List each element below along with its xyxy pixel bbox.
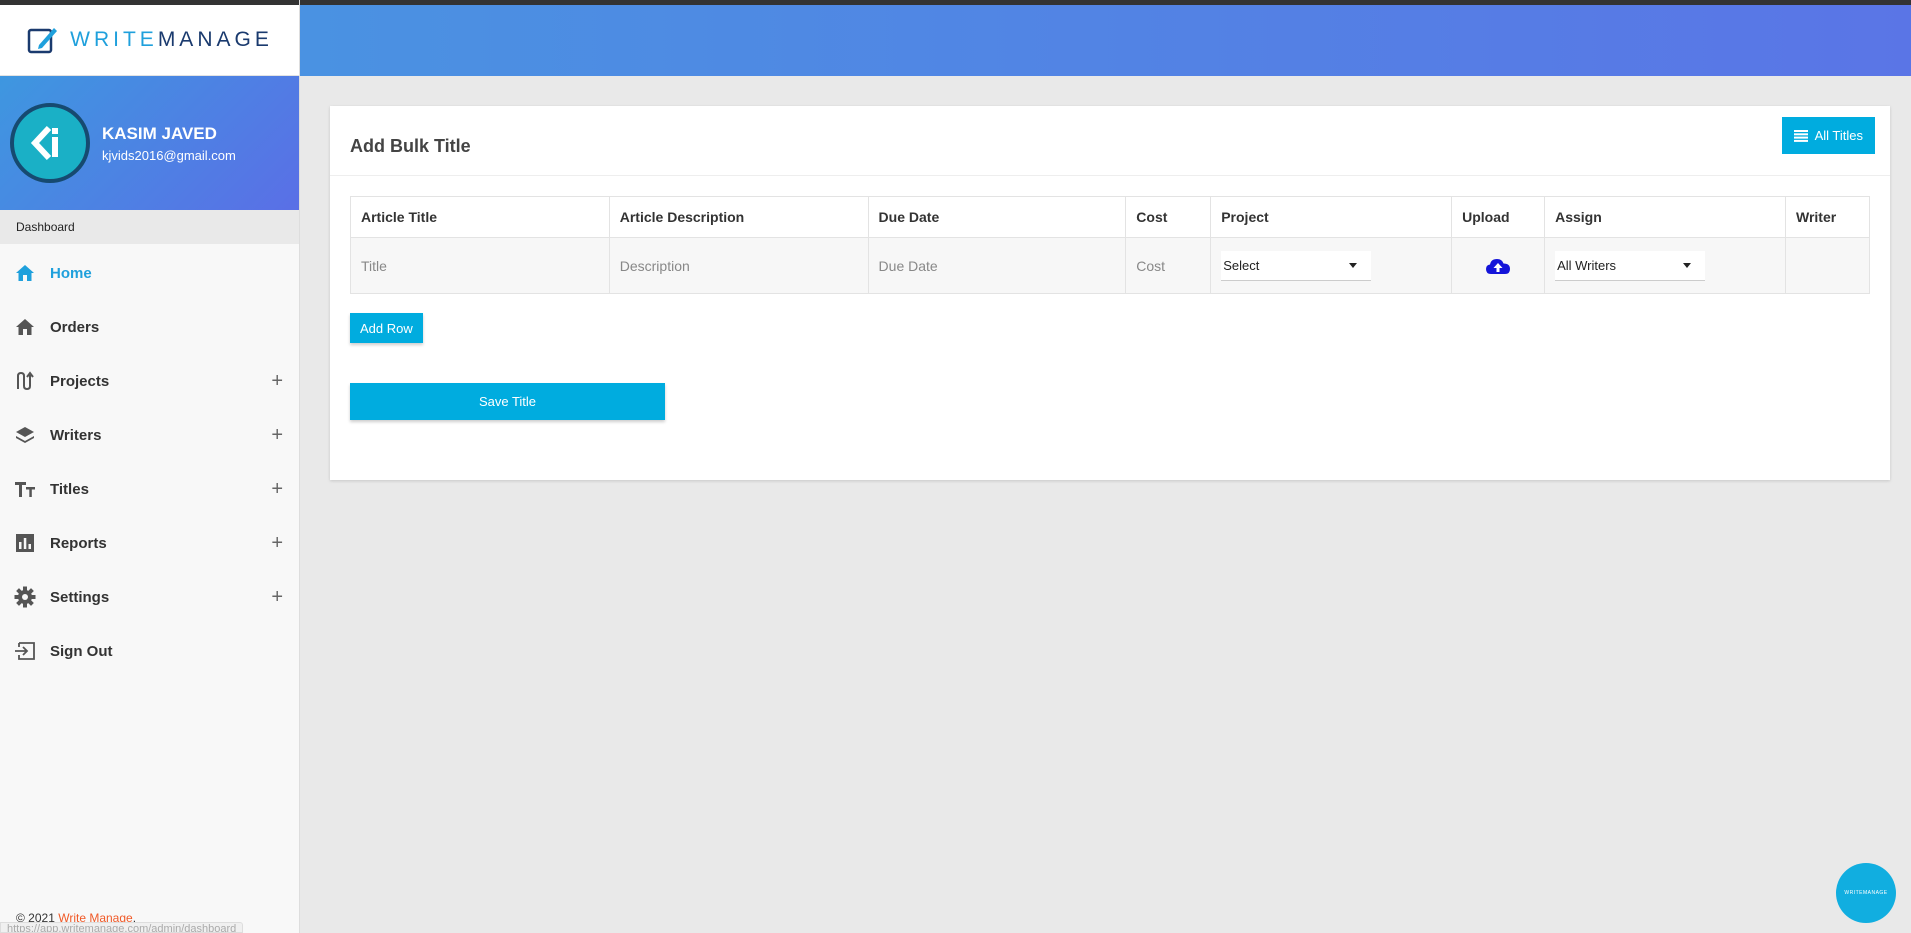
sidebar-item-label: Titles: [50, 480, 89, 498]
sidebar-item-label: Home: [50, 264, 92, 282]
table-row: Title Description Due Date Cost Select A…: [350, 237, 1871, 294]
expand-icon[interactable]: +: [271, 532, 283, 555]
assign-cell: All Writers: [1544, 237, 1786, 294]
sidebar-item-projects[interactable]: Projects +: [0, 354, 299, 408]
assign-writer-select[interactable]: All Writers: [1555, 250, 1706, 281]
list-icon: [1793, 129, 1808, 142]
floating-chat-button[interactable]: WRITEMANAGE: [1836, 863, 1896, 923]
cloud-upload-icon[interactable]: [1485, 256, 1511, 276]
sidebar-item-settings[interactable]: Settings +: [0, 570, 299, 624]
sidebar-item-sign-out[interactable]: Sign Out: [0, 624, 299, 678]
col-header-writer: Writer: [1784, 196, 1871, 238]
col-header-article-description: Article Description: [608, 196, 869, 238]
sidebar: WRITEMANAGE KASIM JAVED kjvids2016@gmail…: [0, 0, 300, 933]
sign-out-icon: [14, 640, 36, 662]
all-titles-label: All Titles: [1814, 128, 1863, 143]
expand-icon[interactable]: +: [271, 478, 283, 501]
logo-edit-icon: [27, 28, 58, 54]
user-email: kjvids2016@gmail.com: [102, 147, 236, 163]
home-icon: [14, 316, 36, 338]
project-cell: Select: [1210, 237, 1453, 294]
logo-bar[interactable]: WRITEMANAGE: [0, 0, 299, 76]
text-size-icon: [14, 478, 36, 500]
col-header-project: Project: [1210, 196, 1453, 238]
article-description-input[interactable]: Description: [608, 237, 869, 294]
gear-icon: [14, 586, 36, 608]
bar-chart-icon: [14, 532, 36, 554]
article-title-input[interactable]: Title: [350, 237, 610, 294]
sidebar-nav: Home Orders Projects + Writers + Titles …: [0, 244, 299, 678]
sidebar-item-reports[interactable]: Reports +: [0, 516, 299, 570]
col-header-assign: Assign: [1544, 196, 1786, 238]
sidebar-item-label: Reports: [50, 534, 107, 552]
avatar-logo-icon: [30, 125, 58, 161]
page-title: Add Bulk Title: [350, 136, 471, 156]
sidebar-item-orders[interactable]: Orders: [0, 300, 299, 354]
route-icon: [14, 370, 36, 392]
user-profile: KASIM JAVED kjvids2016@gmail.com: [0, 76, 299, 210]
logo-wordmark: WRITEMANAGE: [70, 28, 273, 51]
col-header-cost: Cost: [1125, 196, 1212, 238]
expand-icon[interactable]: +: [271, 370, 283, 393]
sidebar-section-label: Dashboard: [0, 210, 299, 244]
caret-down-icon: [1683, 262, 1692, 268]
sidebar-item-label: Settings: [50, 588, 110, 606]
layers-icon: [14, 424, 36, 446]
project-select-value: Select: [1223, 257, 1260, 273]
user-name: KASIM JAVED: [102, 123, 217, 143]
home-icon: [14, 262, 36, 284]
top-header-bar: [300, 0, 1911, 76]
card-header: Add Bulk Title All Titles: [330, 106, 1890, 176]
col-header-article-title: Article Title: [350, 196, 610, 238]
avatar[interactable]: [10, 103, 90, 183]
writer-cell: [1784, 237, 1871, 294]
sidebar-item-home[interactable]: Home: [0, 246, 299, 300]
table-header-row: Article Title Article Description Due Da…: [350, 196, 1871, 238]
caret-down-icon: [1349, 262, 1358, 268]
add-row-button[interactable]: Add Row: [350, 313, 423, 343]
chat-logo-icon: WRITEMANAGE: [1844, 890, 1888, 896]
project-select[interactable]: Select: [1221, 250, 1372, 281]
col-header-upload: Upload: [1451, 196, 1546, 238]
all-titles-button[interactable]: All Titles: [1781, 117, 1875, 154]
sidebar-item-writers[interactable]: Writers +: [0, 408, 299, 462]
sidebar-item-label: Writers: [50, 426, 102, 444]
upload-cell: [1451, 237, 1546, 294]
sidebar-item-label: Sign Out: [50, 642, 113, 660]
sidebar-item-label: Projects: [50, 372, 110, 390]
col-header-due-date: Due Date: [867, 196, 1127, 238]
cost-input[interactable]: Cost: [1125, 237, 1212, 294]
save-title-button[interactable]: Save Title: [350, 383, 665, 420]
assign-select-value: All Writers: [1557, 257, 1617, 273]
add-bulk-title-card: Add Bulk Title All Titles Article Title …: [330, 106, 1890, 480]
sidebar-item-label: Orders: [50, 318, 100, 336]
expand-icon[interactable]: +: [271, 586, 283, 609]
status-bar-url: https://app.writemanage.com/admin/dashbo…: [0, 922, 244, 933]
due-date-input[interactable]: Due Date: [867, 237, 1127, 294]
bulk-title-table: Article Title Article Description Due Da…: [350, 196, 1871, 294]
expand-icon[interactable]: +: [271, 424, 283, 447]
user-info: KASIM JAVED kjvids2016@gmail.com: [102, 124, 236, 163]
sidebar-item-titles[interactable]: Titles +: [0, 462, 299, 516]
